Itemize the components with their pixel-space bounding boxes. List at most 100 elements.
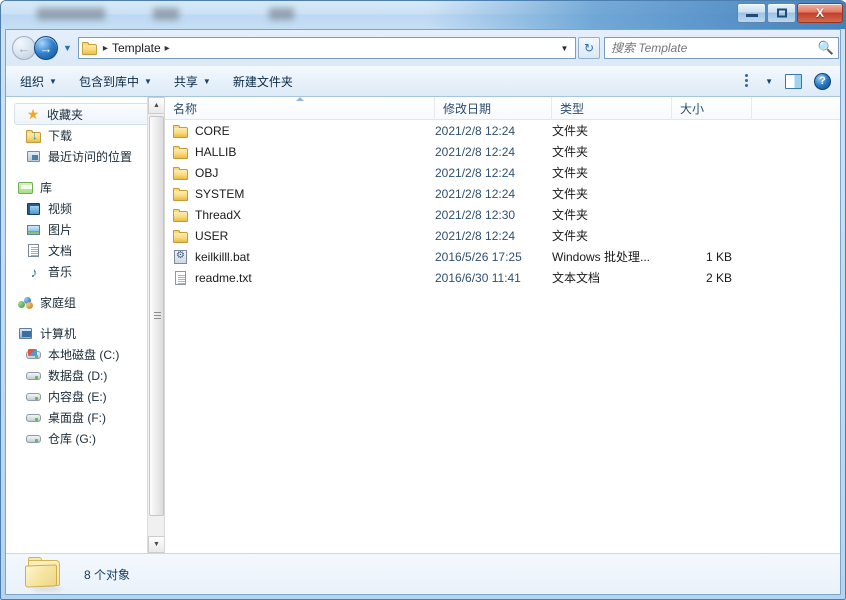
table-row[interactable]: SYSTEM 2021/2/8 12:24 文件夹	[165, 183, 840, 204]
file-name-label: SYSTEM	[195, 186, 245, 201]
sidebar-item-drive-c[interactable]: 本地磁盘 (C:)	[6, 344, 164, 365]
sidebar-item-documents[interactable]: 文档	[6, 240, 164, 261]
chevron-down-icon: ▼	[202, 76, 211, 86]
column-header-row: 名称 修改日期 类型 大小	[165, 97, 840, 120]
column-header-blank[interactable]	[752, 97, 840, 120]
file-name-cell[interactable]: readme.txt	[165, 267, 435, 288]
file-name-cell[interactable]: OBJ	[165, 162, 435, 183]
history-dropdown-button[interactable]: ▼	[63, 43, 72, 53]
file-name-cell[interactable]: HALLIB	[165, 141, 435, 162]
sidebar-item-pictures[interactable]: 图片	[6, 219, 164, 240]
close-button[interactable]: X	[797, 3, 843, 23]
file-type-cell: 文件夹	[552, 208, 589, 222]
sidebar-item-label: 计算机	[40, 327, 77, 341]
file-name-label: HALLIB	[195, 144, 237, 159]
file-name-cell[interactable]: CORE	[165, 120, 435, 141]
music-icon: ♪	[30, 263, 38, 280]
table-row[interactable]: ThreadX 2021/2/8 12:30 文件夹	[165, 204, 840, 225]
toolbar-new-folder-button[interactable]: 新建文件夹	[225, 69, 301, 94]
sidebar-item-drive-d[interactable]: 数据盘 (D:)	[6, 365, 164, 386]
breadcrumb-separator-1[interactable]: ▸	[99, 43, 112, 54]
column-header-name[interactable]: 名称	[165, 97, 435, 120]
address-bar-row: ← → ▼ ▸ Template ▸ ▼ ↻ 搜索 Template 🔍	[6, 30, 840, 66]
back-button[interactable]: ←	[12, 36, 36, 60]
sidebar-item-homegroup[interactable]: 家庭组	[6, 292, 164, 313]
file-type-cell: 文件夹	[552, 124, 589, 138]
column-header-label: 修改日期	[443, 101, 492, 116]
sidebar-item-downloads[interactable]: ↓ 下载	[6, 125, 164, 146]
navigation-pane-scrollbar[interactable]: ▲ ▼	[147, 97, 164, 553]
file-date-cell: 2021/2/8 12:24	[435, 123, 516, 138]
table-row[interactable]: readme.txt 2016/6/30 11:41 文本文档 2 KB	[165, 267, 840, 288]
minimize-button[interactable]	[737, 3, 766, 23]
item-count-label: 8 个对象	[84, 567, 131, 582]
sidebar-item-drive-e[interactable]: 内容盘 (E:)	[6, 386, 164, 407]
refresh-icon: ↻	[583, 41, 595, 55]
file-name-label: USER	[195, 228, 229, 243]
search-icon[interactable]: 🔍	[818, 40, 834, 56]
view-options-button[interactable]: ▼	[740, 71, 778, 91]
address-dropdown-button[interactable]: ▼	[556, 38, 573, 58]
file-name-cell[interactable]: USER	[165, 225, 435, 246]
chevron-down-icon: ▼	[765, 76, 773, 86]
column-header-date-modified[interactable]: 修改日期	[435, 97, 552, 120]
sidebar-item-label: 库	[40, 181, 53, 195]
sidebar-item-drive-f[interactable]: 桌面盘 (F:)	[6, 407, 164, 428]
file-size-cell	[672, 204, 752, 225]
toolbar-include-in-library-button[interactable]: 包含到库中 ▼	[71, 69, 160, 94]
explorer-body: ★ 收藏夹 ↓ 下载 最近访问的位置 库 视频 图片 文档 ♪ 音乐 家庭组 计…	[6, 97, 840, 553]
file-type-cell: 文件夹	[552, 187, 589, 201]
sidebar-item-label: 下载	[48, 129, 73, 143]
table-row[interactable]: OBJ 2021/2/8 12:24 文件夹	[165, 162, 840, 183]
file-date-cell: 2021/2/8 12:24	[435, 165, 516, 180]
scroll-down-button[interactable]: ▼	[148, 536, 164, 553]
breadcrumb-segment-template[interactable]: Template	[112, 41, 161, 55]
file-size-cell	[672, 225, 752, 246]
column-header-type[interactable]: 类型	[552, 97, 672, 120]
chevron-down-icon: ▼	[153, 541, 160, 548]
toolbar-share-button[interactable]: 共享 ▼	[166, 69, 219, 94]
toolbar-organize-label: 组织	[20, 74, 45, 89]
sidebar-item-drive-g[interactable]: 仓库 (G:)	[6, 428, 164, 449]
maximize-restore-button[interactable]	[767, 3, 796, 23]
toolbar-right-group: ▼ ?	[740, 70, 840, 93]
help-button[interactable]: ?	[809, 70, 836, 93]
toolbar-organize-button[interactable]: 组织 ▼	[12, 69, 65, 94]
file-name-cell[interactable]: ThreadX	[165, 204, 435, 225]
search-box[interactable]: 🔍	[604, 37, 839, 59]
sidebar-item-music[interactable]: ♪ 音乐	[6, 261, 164, 282]
file-name-cell[interactable]: SYSTEM	[165, 183, 435, 204]
table-row[interactable]: CORE 2021/2/8 12:24 文件夹	[165, 120, 840, 141]
refresh-button[interactable]: ↻	[578, 37, 600, 59]
downloads-folder-icon: ↓	[26, 128, 42, 144]
sidebar-item-videos[interactable]: 视频	[6, 198, 164, 219]
search-input[interactable]	[611, 41, 818, 55]
text-file-icon	[173, 270, 189, 286]
sidebar-item-computer[interactable]: 计算机	[6, 323, 164, 344]
folder-large-icon	[24, 557, 66, 591]
sidebar-item-favorites[interactable]: ★ 收藏夹	[14, 103, 160, 125]
table-row[interactable]: keilkilll.bat 2016/5/26 17:25 Windows 批处…	[165, 246, 840, 267]
breadcrumb-separator-2[interactable]: ▸	[161, 43, 174, 54]
scroll-up-button[interactable]: ▲	[148, 97, 164, 114]
file-list-view[interactable]: 名称 修改日期 类型 大小 CORE 2021/2/8 12:24 文件夹 HA…	[165, 97, 840, 553]
scrollbar-thumb[interactable]	[149, 116, 164, 516]
folder-icon	[173, 207, 189, 223]
file-name-label: ThreadX	[195, 207, 242, 222]
sidebar-item-recent-places[interactable]: 最近访问的位置	[6, 146, 164, 167]
column-header-size[interactable]: 大小	[672, 97, 752, 120]
preview-pane-button[interactable]	[780, 71, 807, 92]
title-bar[interactable]: X	[1, 1, 846, 29]
sidebar-item-libraries[interactable]: 库	[6, 177, 164, 198]
file-size-cell	[672, 183, 752, 204]
file-name-cell[interactable]: keilkilll.bat	[165, 246, 435, 267]
drive-icon	[26, 431, 42, 447]
forward-button[interactable]: →	[34, 36, 58, 60]
address-bar[interactable]: ▸ Template ▸ ▼	[77, 37, 576, 59]
table-row[interactable]: USER 2021/2/8 12:24 文件夹	[165, 225, 840, 246]
drive-icon	[26, 368, 42, 384]
column-header-label: 大小	[680, 101, 705, 116]
table-row[interactable]: HALLIB 2021/2/8 12:24 文件夹	[165, 141, 840, 162]
file-type-cell: 文本文档	[552, 271, 601, 285]
folder-icon	[173, 144, 189, 160]
